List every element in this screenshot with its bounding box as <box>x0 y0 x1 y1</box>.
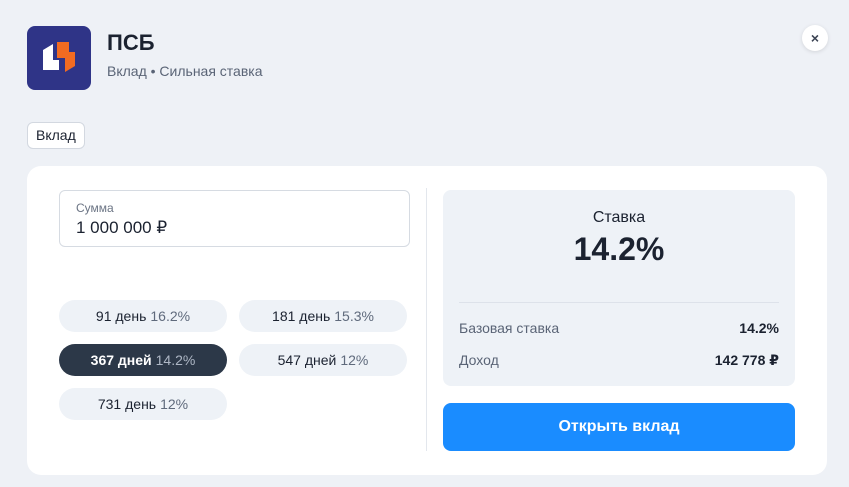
rate-summary-panel: Ставка 14.2% Базовая ставка 14.2% Доход … <box>443 190 795 386</box>
term-days: 91 день <box>95 308 147 324</box>
term-rate: 15.3% <box>334 308 374 324</box>
close-button[interactable]: × <box>802 25 828 51</box>
term-rate: 16.2% <box>150 308 191 324</box>
income-value: 142 778 ₽ <box>714 352 779 368</box>
psb-logo-icon <box>43 42 75 72</box>
bank-logo <box>27 26 91 90</box>
term-rate: 14.2% <box>155 352 196 368</box>
amount-label: Сумма <box>76 201 114 215</box>
term-option-731[interactable]: 731 день 12% <box>59 388 227 420</box>
base-rate-label: Базовая ставка <box>459 320 560 336</box>
term-days: 731 день <box>97 396 157 412</box>
deposit-card: Сумма 1 000 000 ₽ 91 день 16.2% 181 день… <box>27 166 827 475</box>
income-label: Доход <box>459 352 499 368</box>
term-option-367[interactable]: 367 дней 14.2% <box>59 344 227 376</box>
open-deposit-button[interactable]: Открыть вклад <box>443 403 795 451</box>
term-option-91[interactable]: 91 день 16.2% <box>59 300 227 332</box>
term-days: 181 день <box>272 308 331 324</box>
base-rate-value: 14.2% <box>739 320 779 336</box>
term-option-181[interactable]: 181 день 15.3% <box>239 300 407 332</box>
term-rate: 12% <box>340 352 369 368</box>
close-icon: × <box>810 30 820 46</box>
vertical-divider <box>426 188 427 451</box>
rate-value: 14.2% <box>573 231 665 267</box>
product-type-tag: Вклад <box>27 122 85 149</box>
amount-field[interactable]: Сумма 1 000 000 ₽ <box>59 190 410 247</box>
amount-input[interactable]: 1 000 000 ₽ <box>76 218 167 238</box>
term-option-547[interactable]: 547 дней 12% <box>239 344 407 376</box>
summary-divider <box>459 302 779 303</box>
rate-title: Ставка <box>592 209 646 226</box>
term-days: 367 дней <box>90 352 152 368</box>
term-rate: 12% <box>160 396 189 412</box>
bank-name: ПСБ <box>107 30 155 55</box>
term-days: 547 дней <box>277 352 337 368</box>
product-subtitle: Вклад • Сильная ставка <box>107 63 263 79</box>
